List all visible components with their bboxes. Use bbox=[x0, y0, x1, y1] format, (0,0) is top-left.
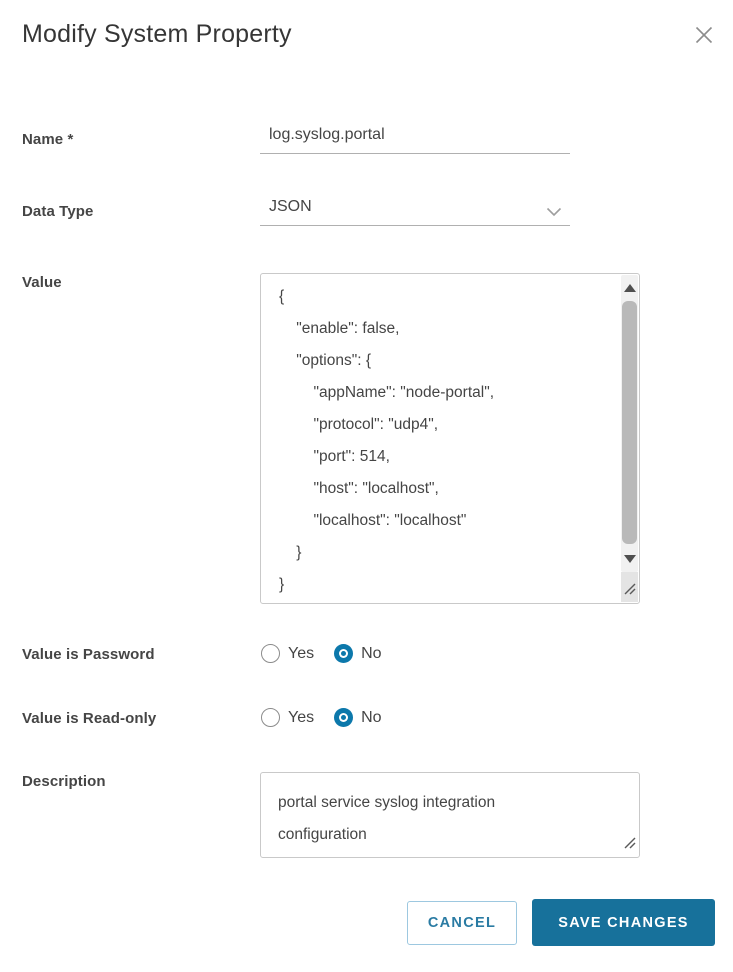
cancel-button[interactable]: CANCEL bbox=[407, 901, 517, 945]
name-input-value: log.syslog.portal bbox=[269, 126, 385, 143]
name-label: Name * bbox=[22, 131, 74, 148]
close-icon bbox=[694, 26, 714, 48]
description-textarea[interactable]: portal service syslog integration config… bbox=[260, 772, 640, 858]
value-is-password-radio-group: Yes No bbox=[261, 644, 382, 663]
radio-unselected-icon bbox=[261, 644, 280, 663]
radio-selected-icon bbox=[334, 644, 354, 663]
data-type-selected-value: JSON bbox=[269, 198, 312, 215]
value-is-password-label: Value is Password bbox=[22, 646, 155, 663]
description-label: Description bbox=[22, 773, 106, 790]
value-is-readonly-radio-group: Yes No bbox=[261, 708, 382, 727]
scrollbar-thumb[interactable] bbox=[622, 301, 637, 544]
value-textarea-content: { "enable": false, "options": { "appName… bbox=[279, 288, 495, 593]
radio-label: Yes bbox=[288, 644, 315, 662]
radio-unselected-icon bbox=[261, 708, 280, 727]
value-is-readonly-label: Value is Read-only bbox=[22, 710, 157, 727]
scroll-up-icon[interactable] bbox=[624, 284, 636, 292]
radio-selected-icon bbox=[334, 708, 354, 727]
value-textarea[interactable]: { "enable": false, "options": { "appName… bbox=[260, 273, 640, 604]
modify-system-property-dialog: Modify System Property Name * log.syslog… bbox=[0, 0, 733, 972]
scroll-down-icon[interactable] bbox=[624, 555, 636, 563]
resize-grip-icon[interactable] bbox=[623, 836, 636, 854]
readonly-no-radio[interactable]: No bbox=[334, 708, 382, 727]
value-scrollbar[interactable] bbox=[621, 275, 638, 572]
description-textarea-content: portal service syslog integration config… bbox=[278, 794, 496, 843]
resize-grip-icon[interactable] bbox=[623, 582, 636, 600]
close-button[interactable] bbox=[694, 25, 714, 45]
radio-label: Yes bbox=[288, 708, 315, 726]
data-type-label: Data Type bbox=[22, 203, 94, 220]
password-yes-radio[interactable]: Yes bbox=[261, 644, 314, 663]
value-label: Value bbox=[22, 274, 62, 291]
name-input[interactable]: log.syslog.portal bbox=[260, 126, 570, 154]
password-no-radio[interactable]: No bbox=[334, 644, 382, 663]
radio-label: No bbox=[361, 644, 382, 662]
dialog-title: Modify System Property bbox=[22, 20, 292, 48]
save-changes-button[interactable]: SAVE CHANGES bbox=[532, 899, 715, 946]
data-type-select[interactable]: JSON bbox=[260, 198, 570, 226]
radio-label: No bbox=[361, 708, 382, 726]
chevron-down-icon bbox=[546, 204, 562, 222]
readonly-yes-radio[interactable]: Yes bbox=[261, 708, 314, 727]
